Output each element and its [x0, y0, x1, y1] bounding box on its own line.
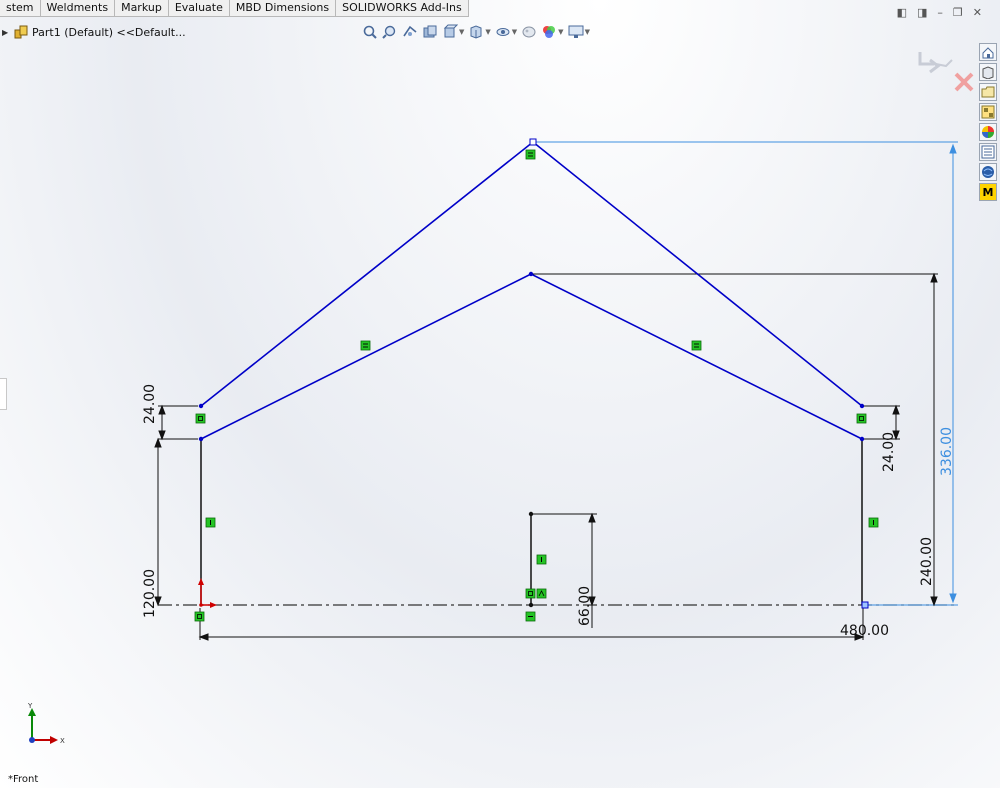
sketch-canvas[interactable]: 24.00 24.00 120.00 66.00 240.00 336.00 4…	[0, 0, 1000, 788]
vertical-relation-icon	[205, 517, 216, 528]
coincident-relation-icon	[856, 413, 867, 424]
dimension-text-wall-height[interactable]: 120.00	[142, 569, 158, 618]
coincident-relation-icon	[194, 611, 205, 622]
equal-relation-icon	[360, 340, 371, 351]
equal-relation-icon	[525, 149, 536, 160]
dimension-line-outer-peak-height[interactable]	[949, 143, 957, 604]
triad-x-label: X	[60, 737, 65, 745]
wall-lines[interactable]	[200, 439, 863, 605]
dimension-extension-lines	[158, 273, 938, 640]
vertical-relation-icon	[868, 517, 879, 528]
dimension-line-roof-left[interactable]	[158, 404, 166, 441]
relation-glyphs[interactable]	[194, 149, 879, 622]
coincident-relation-icon	[195, 413, 206, 424]
coincident-relation-icon	[525, 588, 536, 599]
view-orientation-label: *Front	[8, 774, 39, 785]
triad-x-arrow-icon	[50, 736, 58, 744]
dimension-text-total-width[interactable]: 480.00	[840, 623, 889, 639]
dimension-text-outer-peak-height[interactable]: 336.00	[939, 427, 955, 476]
dimension-text-roof-right[interactable]: 24.00	[881, 432, 897, 472]
triad-y-label: Y	[27, 702, 33, 710]
vertical-relation-icon	[536, 554, 547, 565]
horizontal-relation-icon	[525, 611, 536, 622]
triad-z-icon	[29, 737, 35, 743]
dimension-text-inner-peak-height[interactable]: 240.00	[919, 537, 935, 586]
corner-point-handle[interactable]	[861, 601, 869, 609]
equal-relation-icon	[691, 340, 702, 351]
roof-sketch-lines[interactable]	[200, 140, 863, 440]
dimension-text-center-height[interactable]: 66.00	[577, 586, 593, 626]
sketch-origin-icon	[198, 578, 217, 608]
reference-triad: Y X	[27, 702, 65, 745]
dimension-text-roof-left[interactable]: 24.00	[142, 384, 158, 424]
midpoint-relation-icon	[536, 588, 547, 599]
peak-point-handle[interactable]	[529, 138, 537, 146]
dimension-line-total-width[interactable]	[198, 633, 865, 641]
